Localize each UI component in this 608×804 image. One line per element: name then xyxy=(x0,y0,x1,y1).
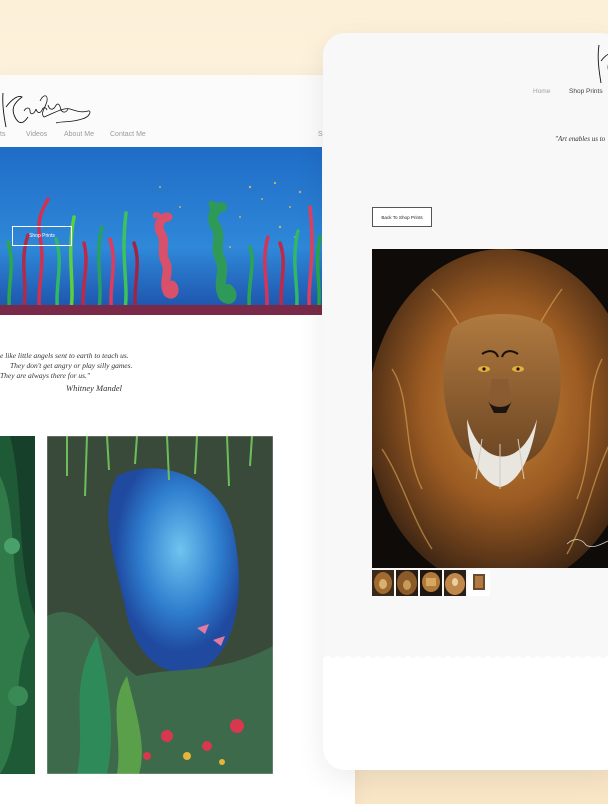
signature-logo[interactable] xyxy=(593,41,608,86)
nav-item-partial[interactable]: ts xyxy=(0,131,5,138)
nav-item-shop-prints[interactable]: Shop Prints xyxy=(569,88,603,95)
footer-signature-logo xyxy=(604,688,608,718)
nav-item-home[interactable]: Home xyxy=(533,88,550,95)
quote-line: They are always there for us." xyxy=(0,371,91,380)
nav-item-contact[interactable]: Contact Me xyxy=(110,131,146,138)
quote-block: e like little angels sent to earth to te… xyxy=(0,351,200,393)
back-to-shop-prints-button[interactable]: Back To Shop Prints xyxy=(372,207,432,227)
site-header: ts Videos About Me Contact Me S xyxy=(0,75,355,147)
thumbnail-image[interactable] xyxy=(444,570,466,596)
quote-author: Whitney Mandel xyxy=(66,383,122,393)
quote-line: e like little angels sent to earth to te… xyxy=(0,351,129,360)
background-band xyxy=(355,770,608,804)
thumbnail-image[interactable] xyxy=(372,570,394,596)
footer-section xyxy=(323,656,608,770)
artwork-underwater-cave[interactable] xyxy=(47,436,273,774)
nav-item-videos[interactable]: Videos xyxy=(26,131,47,138)
thumbnail-image[interactable] xyxy=(468,570,490,596)
artwork-forest[interactable] xyxy=(0,436,35,774)
shop-prints-button[interactable]: Shop Prints xyxy=(12,226,72,246)
thumbnail-image[interactable] xyxy=(420,570,442,596)
left-website-mockup: ts Videos About Me Contact Me S Shop Pri… xyxy=(0,75,355,804)
quote-line: They don't get angry or play silly games… xyxy=(10,361,133,370)
quote-text: "Art enables us to xyxy=(555,135,606,143)
thumbnail-image[interactable] xyxy=(396,570,418,596)
lion-painting[interactable] xyxy=(372,249,608,568)
signature-logo[interactable] xyxy=(0,83,95,133)
nav-item-partial-right[interactable]: S xyxy=(318,131,323,138)
site-nav: ts Videos About Me Contact Me S xyxy=(0,131,355,147)
nav-item-about[interactable]: About Me xyxy=(64,131,94,138)
right-website-mockup: Home Shop Prints "Art enables us to Back… xyxy=(323,33,608,770)
